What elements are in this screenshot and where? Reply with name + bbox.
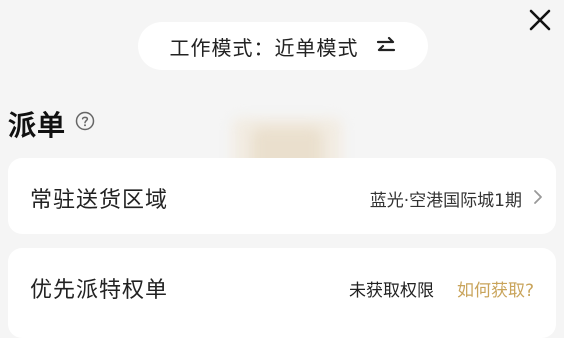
help-circle-icon[interactable] — [75, 111, 95, 131]
delivery-area-value: 蓝光·空港国际城1期 — [369, 191, 522, 211]
chevron-right-icon — [534, 190, 542, 204]
how-to-obtain-link[interactable]: 如何获取? — [457, 276, 534, 301]
priority-order-row: 优先派特权单 未获取权限 如何获取? — [8, 248, 556, 338]
section-title: 派单 — [8, 109, 67, 142]
swap-arrows-icon — [376, 36, 395, 52]
priority-order-label: 优先派特权单 — [30, 278, 169, 303]
permission-status: 未获取权限 — [349, 281, 434, 301]
delivery-area-row[interactable]: 常驻送货区域 蓝光·空港国际城1期 — [8, 158, 556, 234]
work-mode-switch[interactable]: 工作模式：近单模式 — [138, 22, 428, 70]
work-mode-label: 工作模式：近单模式 — [169, 35, 359, 60]
delivery-area-label: 常驻送货区域 — [30, 188, 169, 213]
close-icon[interactable] — [526, 6, 554, 34]
